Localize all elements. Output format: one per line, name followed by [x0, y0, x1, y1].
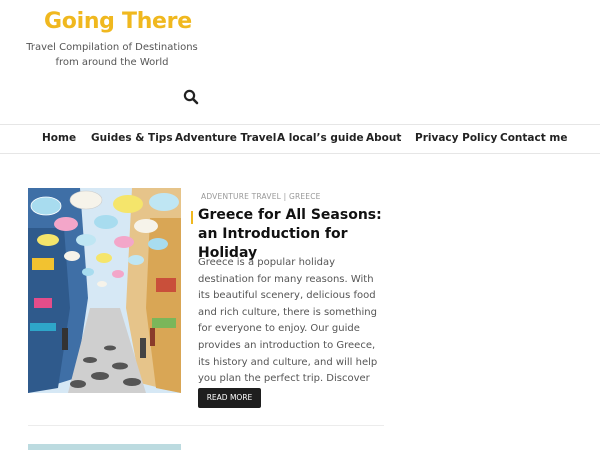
next-post-image[interactable]: [28, 444, 181, 450]
nav-item-about[interactable]: About: [366, 132, 401, 144]
nav-item-adventure-travel[interactable]: Adventure Travel: [175, 132, 276, 144]
post-featured-image[interactable]: [28, 188, 181, 393]
title-accent-bar: [191, 211, 193, 224]
nav-item-contact-me[interactable]: Contact me: [500, 132, 567, 144]
nav-item-home[interactable]: Home: [42, 132, 76, 144]
nav-item-privacy-policy[interactable]: Privacy Policy: [415, 132, 497, 144]
read-more-button[interactable]: READ MORE: [198, 388, 261, 408]
search-icon: [183, 89, 199, 105]
site-tagline: Travel Compilation of Destinations from …: [26, 42, 198, 68]
nav-item-locals-guide[interactable]: A local’s guide: [277, 132, 364, 144]
umbrella-street-photo: [28, 188, 181, 393]
search-button[interactable]: [182, 88, 200, 106]
main-navigation: Home Guides & Tips Adventure Travel A lo…: [0, 124, 600, 154]
nav-item-guides-tips[interactable]: Guides & Tips: [91, 132, 173, 144]
site-title[interactable]: Going There: [44, 9, 192, 34]
post-excerpt: Greece is a popular holiday destination …: [198, 257, 378, 401]
post-divider: [28, 425, 384, 426]
post-categories[interactable]: ADVENTURE TRAVEL | GREECE: [201, 192, 321, 201]
